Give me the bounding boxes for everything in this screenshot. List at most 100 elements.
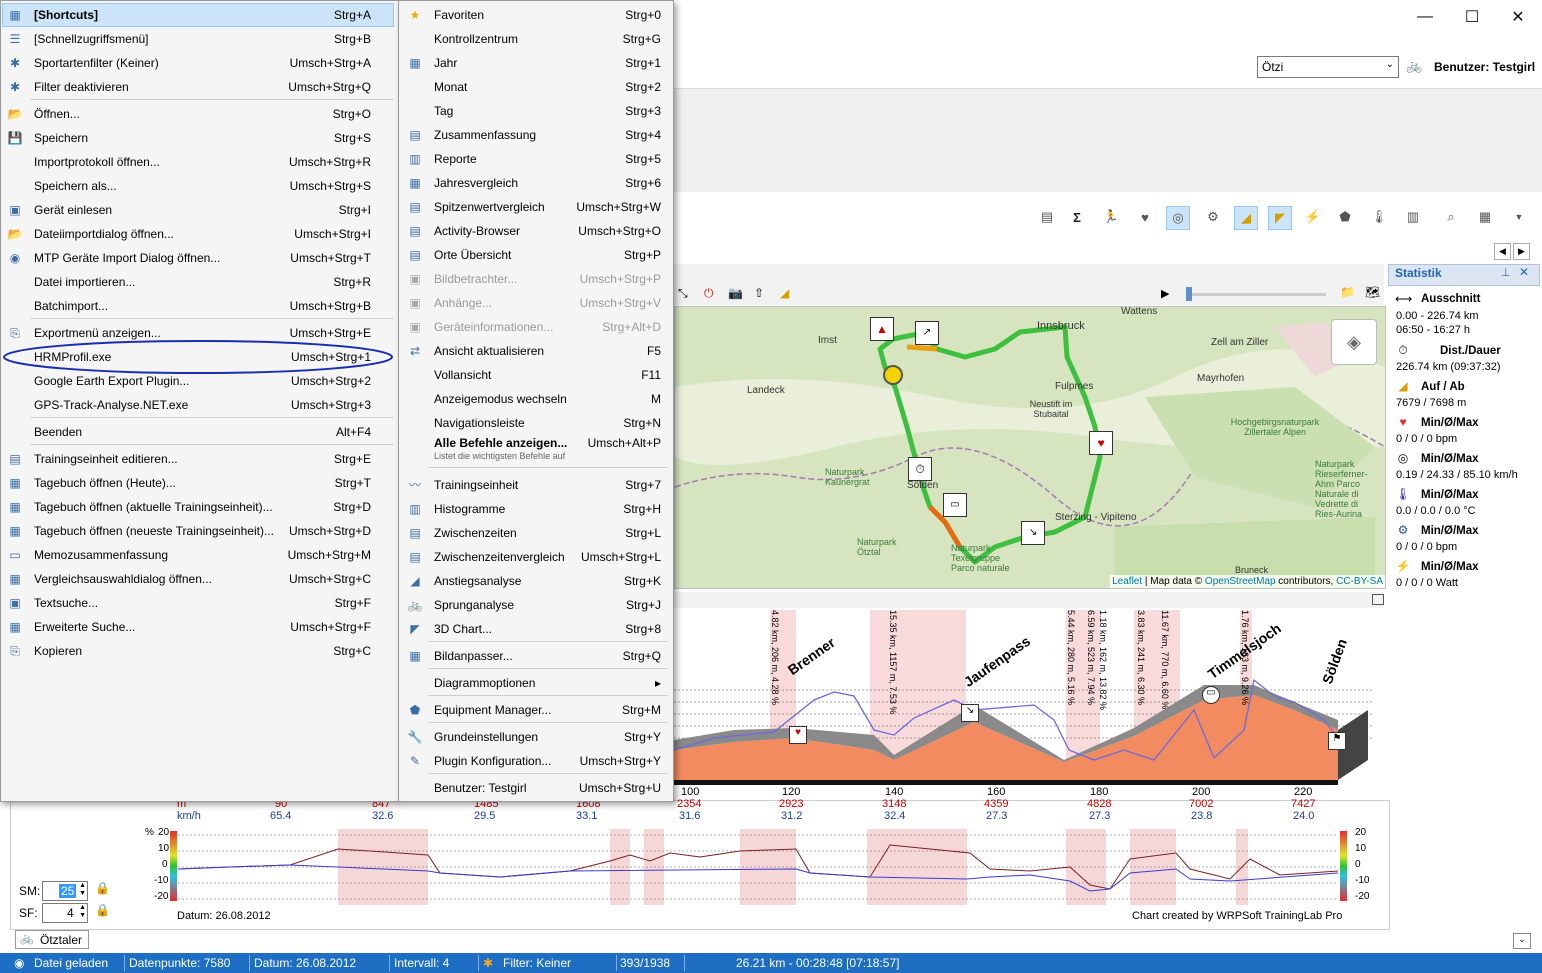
elevation-profile-chart[interactable]: ♥ ↘ ▭ ⚑ Brenner Jaufenpass Timmelsjoch S… [674, 610, 1384, 790]
menu-item[interactable]: ▤ Activity-Browser Umsch+Strg+O [400, 219, 670, 243]
menu-item[interactable]: 〰 Trainingseinheit Strg+7 [400, 473, 670, 497]
menu-item[interactable]: Importprotokoll öffnen... Umsch+Strg+R [0, 150, 398, 174]
menu-item[interactable]: ▤ Zusammenfassung Strg+4 [400, 123, 670, 147]
menu-item[interactable]: 📂 Dateiimportdialog öffnen... Umsch+Strg+I [0, 222, 398, 246]
heart-icon[interactable]: ♥ [1134, 206, 1156, 228]
menu-item[interactable]: ▣ Gerät einlesen Strg+I [0, 198, 398, 222]
menu-item[interactable]: ▤ Zwischenzeiten Strg+L [400, 521, 670, 545]
menu-item[interactable]: Monat Strg+2 [400, 75, 670, 99]
runner-icon[interactable]: 🏃 [1100, 206, 1122, 228]
climb-sign-icon[interactable]: ↗ [915, 321, 939, 345]
menu-item[interactable]: ▭ Memozusammenfassung Umsch+Strg+M [0, 543, 398, 567]
maximize-panel-icon[interactable] [1372, 594, 1384, 605]
folder-icon[interactable]: 📁 [1340, 285, 1355, 299]
tab-oetztaler[interactable]: 🚲 Ötztaler [15, 930, 89, 949]
close-button[interactable]: ✕ [1495, 0, 1541, 33]
menu-item[interactable]: 🚲 Sprunganalyse Strg+J [400, 593, 670, 617]
menu-item[interactable]: ⇄ Ansicht aktualisieren F5 [400, 339, 670, 363]
menu-item[interactable]: ✱ Filter deaktivieren Umsch+Strg+Q [0, 75, 398, 99]
heart-sign-icon[interactable]: ♥ [1089, 431, 1113, 455]
close-panel-icon[interactable]: ✕ [1519, 265, 1529, 279]
menu-item[interactable]: Beenden Alt+F4 [0, 420, 398, 444]
sm-stepper[interactable]: 25 ▲ ▼ [42, 881, 88, 901]
collapse-icon[interactable]: ⌄ [1513, 933, 1531, 949]
leaflet-link[interactable]: Leaflet [1112, 576, 1142, 587]
chart-icon[interactable]: ▦ [1474, 206, 1496, 228]
lock-icon-2[interactable]: 🔒 [95, 903, 110, 917]
menu-item[interactable]: Alle Befehle anzeigen... Listet die wicht… [400, 435, 670, 461]
power-off-icon[interactable]: ⏻ [704, 286, 714, 301]
pass-sign-icon[interactable]: ▭ [943, 493, 967, 517]
warning-sign-icon[interactable]: ▲ [870, 317, 894, 341]
gear-cadence-icon[interactable]: ⚙ [1202, 206, 1224, 228]
power-icon[interactable]: ⚡ [1302, 206, 1324, 228]
menu-item[interactable]: Vollansicht F11 [400, 363, 670, 387]
menu-item[interactable]: Datei importieren... Strg+R [0, 270, 398, 294]
temperature-icon[interactable]: 🌡 [1368, 206, 1390, 228]
menu-item[interactable]: Speichern als... Umsch+Strg+S [0, 174, 398, 198]
pin-icon[interactable]: ⊥ [1501, 266, 1511, 279]
stepper-arrows-icon[interactable]: ▲ ▼ [79, 904, 86, 920]
route-map[interactable]: ▲ ↗ ⏱ ▭ ↘ ♥ ◈ Imst Innsbruck Wattens Zel… [674, 306, 1386, 589]
dropdown-icon[interactable]: ▼ [1508, 206, 1530, 228]
sf-stepper[interactable]: 4 ▲ ▼ [42, 903, 88, 923]
nav-prev-icon[interactable]: ◀ [1494, 243, 1511, 260]
play-icon[interactable]: ▶ [1161, 287, 1169, 300]
menu-item[interactable]: Navigationsleiste Strg+N [400, 411, 670, 435]
menu-item[interactable]: ▦ Tagebuch öffnen (neueste Trainingseinhe… [0, 519, 398, 543]
stopwatch-icon[interactable]: ⏱ [908, 457, 932, 481]
menu-item[interactable]: ▦ Vergleichsauswahldialog öffnen... Umsch+… [0, 567, 398, 591]
menu-item[interactable]: 💾 Speichern Strg+S [0, 126, 398, 150]
menu-item[interactable]: ▦ Jahr Strg+1 [400, 51, 670, 75]
sm-value[interactable]: 25 [59, 884, 77, 898]
minimize-button[interactable]: — [1402, 0, 1448, 33]
layers-icon[interactable]: ◈ [1331, 319, 1377, 365]
athlete-select[interactable]: Ötzi ⌄ [1257, 56, 1399, 78]
heart-marker-icon[interactable]: ♥ [789, 726, 807, 744]
menu-item[interactable]: ▦ Bildanpasser... Strg+Q [400, 644, 670, 668]
menu-item[interactable]: Benutzer: Testgirl Umsch+Strg+U [400, 776, 670, 800]
climb-marker-icon[interactable]: ↘ [961, 704, 979, 722]
nav-next-icon[interactable]: ▶ [1513, 243, 1530, 260]
menu-item[interactable]: GPS-Track-Analyse.NET.exe Umsch+Strg+3 [0, 393, 398, 417]
maximize-button[interactable]: ☐ [1449, 0, 1495, 33]
menu-item[interactable]: ▦ Erweiterte Suche... Umsch+Strg+F [0, 615, 398, 639]
lock-icon[interactable]: 🔒 [95, 881, 110, 895]
timeline-slider-thumb[interactable] [1186, 287, 1192, 301]
license-link[interactable]: CC-BY-SA [1336, 576, 1383, 587]
finish-flag-icon[interactable]: ⚑ [1328, 732, 1346, 750]
menu-item[interactable]: ▤ Spitzenwertvergleich Umsch+Strg+W [400, 195, 670, 219]
gradient-icon[interactable]: ◤ [1268, 206, 1292, 230]
menu-item[interactable]: Diagrammoptionen ▸ [400, 671, 670, 695]
menu-item[interactable]: 🔧 Grundeinstellungen Strg+Y [400, 725, 670, 749]
speedometer-icon[interactable]: ◎ [1166, 206, 1190, 230]
camera-icon[interactable]: 📷 [728, 286, 743, 300]
climb-sign-icon-2[interactable]: ↘ [1021, 521, 1045, 545]
menu-item[interactable]: 📂 Öffnen... Strg+O [0, 102, 398, 126]
search-icon[interactable]: ⌕ [1440, 206, 1462, 228]
menu-item[interactable]: ◉ MTP Geräte Import Dialog öffnen... Umsch… [0, 246, 398, 270]
menu-item[interactable]: ▤ Trainingseinheit editieren... Strg+E [0, 447, 398, 471]
menu-item[interactable]: ▤ Orte Übersicht Strg+P [400, 243, 670, 267]
map-pin-icon[interactable] [883, 365, 903, 385]
sigma-icon[interactable]: Σ [1066, 206, 1088, 228]
sf-value[interactable]: 4 [67, 906, 74, 920]
menu-item[interactable]: ▥ Histogramme Strg+H [400, 497, 670, 521]
menu-item[interactable]: ◤ 3D Chart... Strg+8 [400, 617, 670, 641]
shoe-icon[interactable]: ⬟ [1334, 206, 1356, 228]
pass-marker-icon[interactable]: ▭ [1202, 686, 1220, 704]
elevation-small-icon[interactable]: ◢ [780, 286, 789, 300]
map-view-icon[interactable]: 🗺 [1365, 285, 1380, 299]
menu-item[interactable]: ▦ Jahresvergleich Strg+6 [400, 171, 670, 195]
menu-item[interactable]: ⎘ Kopieren Strg+C [0, 639, 398, 663]
menu-item[interactable]: ✱ Sportartenfilter (Keiner) Umsch+Strg+A [0, 51, 398, 75]
menu-item[interactable]: ▤ Zwischenzeitenvergleich Umsch+Strg+L [400, 545, 670, 569]
elevation-icon[interactable]: ◢ [1234, 206, 1258, 230]
menu-item[interactable]: ★ Favoriten Strg+0 [400, 3, 670, 27]
gradient-chart[interactable] [170, 829, 1370, 905]
menu-item[interactable]: ▦ [Shortcuts] Strg+A [0, 3, 398, 27]
menu-item[interactable]: ⬟ Equipment Manager... Strg+M [400, 698, 670, 722]
menu-item[interactable]: ▣ Textsuche... Strg+F [0, 591, 398, 615]
menu-item[interactable]: ◢ Anstiegsanalyse Strg+K [400, 569, 670, 593]
menu-item[interactable]: ✎ Plugin Konfiguration... Umsch+Strg+Y [400, 749, 670, 773]
